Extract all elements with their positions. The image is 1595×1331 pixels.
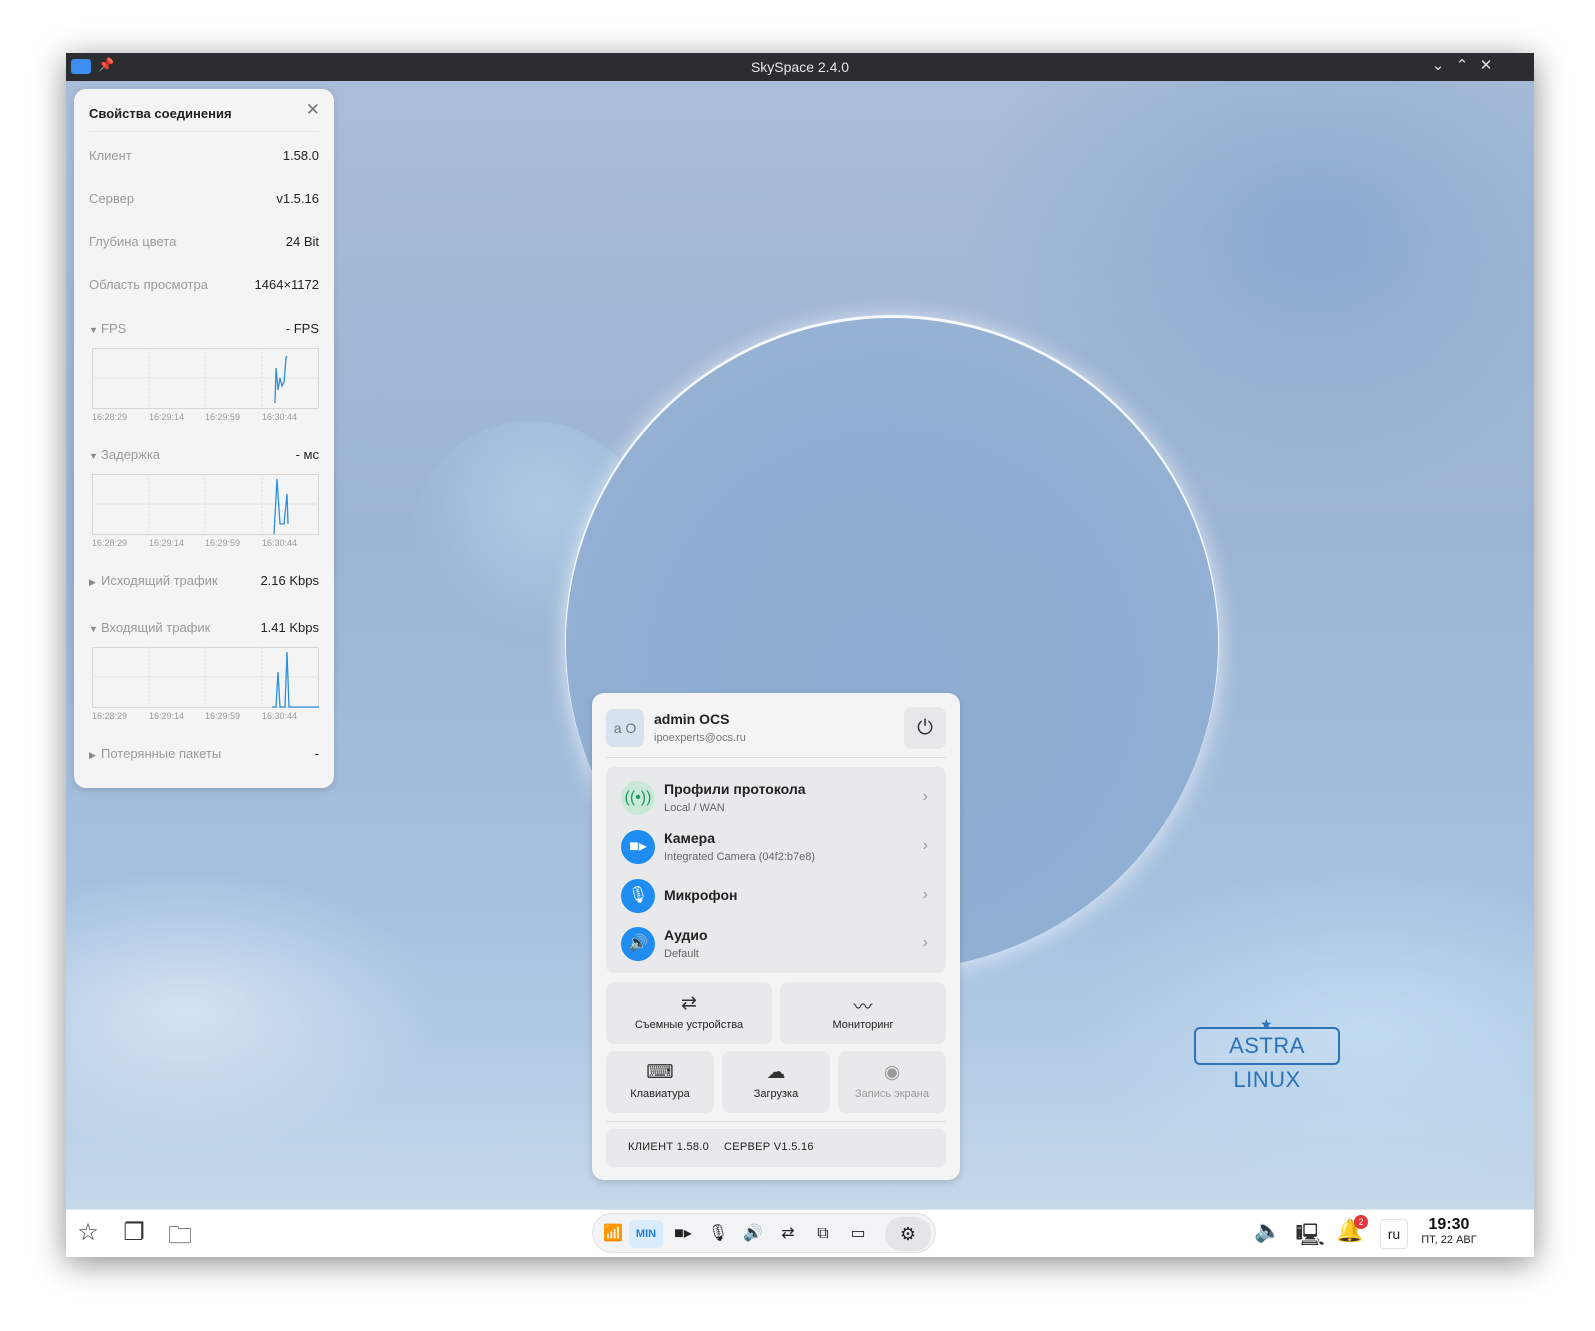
- astra-linux-logo: ★ ASTRA LINUX: [1194, 1017, 1340, 1092]
- notification-badge: 2: [1354, 1215, 1368, 1229]
- remote-desktop[interactable]: ★ ASTRA LINUX Свойства соединения ✕ Клие…: [66, 81, 1534, 1209]
- session-menu-panel: a O admin OCS ipoexperts@ocs.ru ⏻ ((•)) …: [592, 693, 960, 1180]
- list-item-protocol-profiles[interactable]: ((•)) Профили протокола Local / WAN ›: [606, 773, 946, 821]
- title-bar: 📌 SkySpace 2.4.0 ⌄ ⌃ ✕: [66, 53, 1534, 81]
- clock[interactable]: 19:30 ПТ, 22 АВГ: [1416, 1216, 1482, 1246]
- cloud-upload-icon: ☁: [766, 1062, 786, 1083]
- microphone-icon[interactable]: 🎙: [706, 1222, 730, 1246]
- pulse-icon: 〰: [853, 997, 873, 1018]
- list-item-audio[interactable]: 🔊 Аудио Default ›: [606, 919, 946, 967]
- server-version: СЕРВЕР V1.5.16: [724, 1141, 814, 1153]
- speaker-icon: 🔊: [621, 927, 655, 961]
- fps-graph: 16:28:29 16:29:14 16:29:59 16:30:44: [92, 348, 319, 422]
- chevron-right-icon: ›: [922, 788, 928, 805]
- taskbar: ☆ ❐ 🗀 📶 MIN ■▸ 🎙 🔊 ⇄ ⧉ ▭ ⚙ 🔈 🖳 🔔 2 ru 19…: [66, 1209, 1534, 1257]
- version-bar: КЛИЕНТ 1.58.0 СЕРВЕР V1.5.16: [606, 1129, 946, 1167]
- latency-row[interactable]: ▼ Задержка - мс: [89, 447, 319, 467]
- maximize-icon[interactable]: ⌃: [1452, 55, 1472, 77]
- chevron-right-icon: ›: [922, 886, 928, 903]
- camera-icon: ■▸: [621, 830, 655, 864]
- language-indicator[interactable]: ru: [1380, 1219, 1408, 1249]
- multi-monitor-icon[interactable]: ⧉: [811, 1222, 835, 1246]
- wifi-icon[interactable]: 📶: [601, 1222, 625, 1246]
- screen-icon[interactable]: ▭: [846, 1222, 870, 1246]
- skyspace-window: 📌 SkySpace 2.4.0 ⌄ ⌃ ✕ ★ ASTRA LINUX Сво…: [66, 53, 1534, 1257]
- network-icon[interactable]: 🖳: [1294, 1218, 1326, 1256]
- screen-record-button[interactable]: ◉ Запись экрана: [838, 1051, 946, 1113]
- minimize-icon[interactable]: ⌄: [1428, 55, 1448, 77]
- color-depth-row: Глубина цвета 24 Bit: [89, 234, 319, 249]
- power-icon: ⏻: [917, 717, 933, 739]
- client-version: КЛИЕНТ 1.58.0: [628, 1141, 710, 1153]
- collapse-triangle-icon: ▼: [89, 325, 98, 335]
- record-icon: ◉: [883, 1062, 901, 1083]
- incoming-traffic-graph: 16:28:29 16:29:14 16:29:59 16:30:44: [92, 647, 319, 721]
- monitoring-button[interactable]: 〰 Мониторинг: [780, 982, 946, 1044]
- server-row: Сервер v1.5.16: [89, 191, 319, 206]
- chevron-right-icon: ›: [922, 837, 928, 854]
- incoming-traffic-row[interactable]: ▼ Входящий трафик 1.41 Kbps: [89, 620, 319, 640]
- antenna-icon: ((•)): [621, 781, 655, 815]
- keyboard-icon: ⌨: [646, 1062, 674, 1083]
- speaker-icon[interactable]: 🔊: [741, 1222, 765, 1246]
- user-name: admin OCS: [654, 711, 730, 727]
- divider: [606, 1121, 946, 1122]
- close-icon[interactable]: ✕: [1476, 55, 1496, 77]
- chevron-right-icon: ›: [922, 934, 928, 951]
- expand-triangle-icon: ▶: [89, 577, 96, 587]
- client-row: Клиент 1.58.0: [89, 148, 319, 163]
- lost-packets-row[interactable]: ▶ Потерянные пакеты -: [89, 746, 319, 766]
- windows-icon[interactable]: ❐: [118, 1218, 150, 1247]
- usb-icon: ⇄: [681, 993, 697, 1014]
- device-settings-list: ((•)) Профили протокола Local / WAN › ■▸…: [606, 767, 946, 973]
- list-item-camera[interactable]: ■▸ Камера Integrated Camera (04f2:b7e8) …: [606, 822, 946, 870]
- avatar: a O: [606, 709, 644, 747]
- keyboard-button[interactable]: ⌨ Клавиатура: [606, 1051, 714, 1113]
- user-email: ipoexperts@ocs.ru: [654, 732, 746, 744]
- panel-title: Свойства соединения: [89, 106, 232, 121]
- divider: [606, 757, 946, 758]
- list-item-microphone[interactable]: 🎙 Микрофон ›: [606, 871, 946, 919]
- collapse-triangle-icon: ▼: [89, 451, 98, 461]
- upload-button[interactable]: ☁ Загрузка: [722, 1051, 830, 1113]
- camera-icon[interactable]: ■▸: [671, 1222, 695, 1246]
- removable-devices-button[interactable]: ⇄ Съемные устройства: [606, 982, 772, 1044]
- volume-icon[interactable]: 🔈: [1252, 1218, 1284, 1244]
- microphone-icon: 🎙: [621, 879, 655, 913]
- window-title: SkySpace 2.4.0: [750, 59, 850, 75]
- collapse-triangle-icon: ▼: [89, 624, 98, 634]
- latency-graph: 16:28:29 16:29:14 16:29:59 16:30:44: [92, 474, 319, 548]
- gear-icon[interactable]: ⚙: [885, 1217, 931, 1251]
- fps-row[interactable]: ▼ FPS - FPS: [89, 321, 319, 341]
- star-menu-icon[interactable]: ☆: [72, 1218, 104, 1247]
- usb-icon[interactable]: ⇄: [776, 1222, 800, 1246]
- close-icon[interactable]: ✕: [306, 100, 320, 120]
- quality-min-button[interactable]: MIN: [629, 1220, 663, 1248]
- power-button[interactable]: ⏻: [904, 707, 946, 749]
- viewport-row: Область просмотра 1464×1172: [89, 277, 319, 292]
- folder-icon[interactable]: 🗀: [164, 1218, 196, 1257]
- divider: [89, 131, 319, 132]
- outgoing-traffic-row[interactable]: ▶ Исходящий трафик 2.16 Kbps: [89, 573, 319, 593]
- star-icon: ★: [1260, 1016, 1274, 1032]
- session-dock: 📶 MIN ■▸ 🎙 🔊 ⇄ ⧉ ▭ ⚙: [592, 1213, 936, 1253]
- connection-properties-panel: Свойства соединения ✕ Клиент 1.58.0 Серве…: [74, 89, 334, 788]
- expand-triangle-icon: ▶: [89, 750, 96, 760]
